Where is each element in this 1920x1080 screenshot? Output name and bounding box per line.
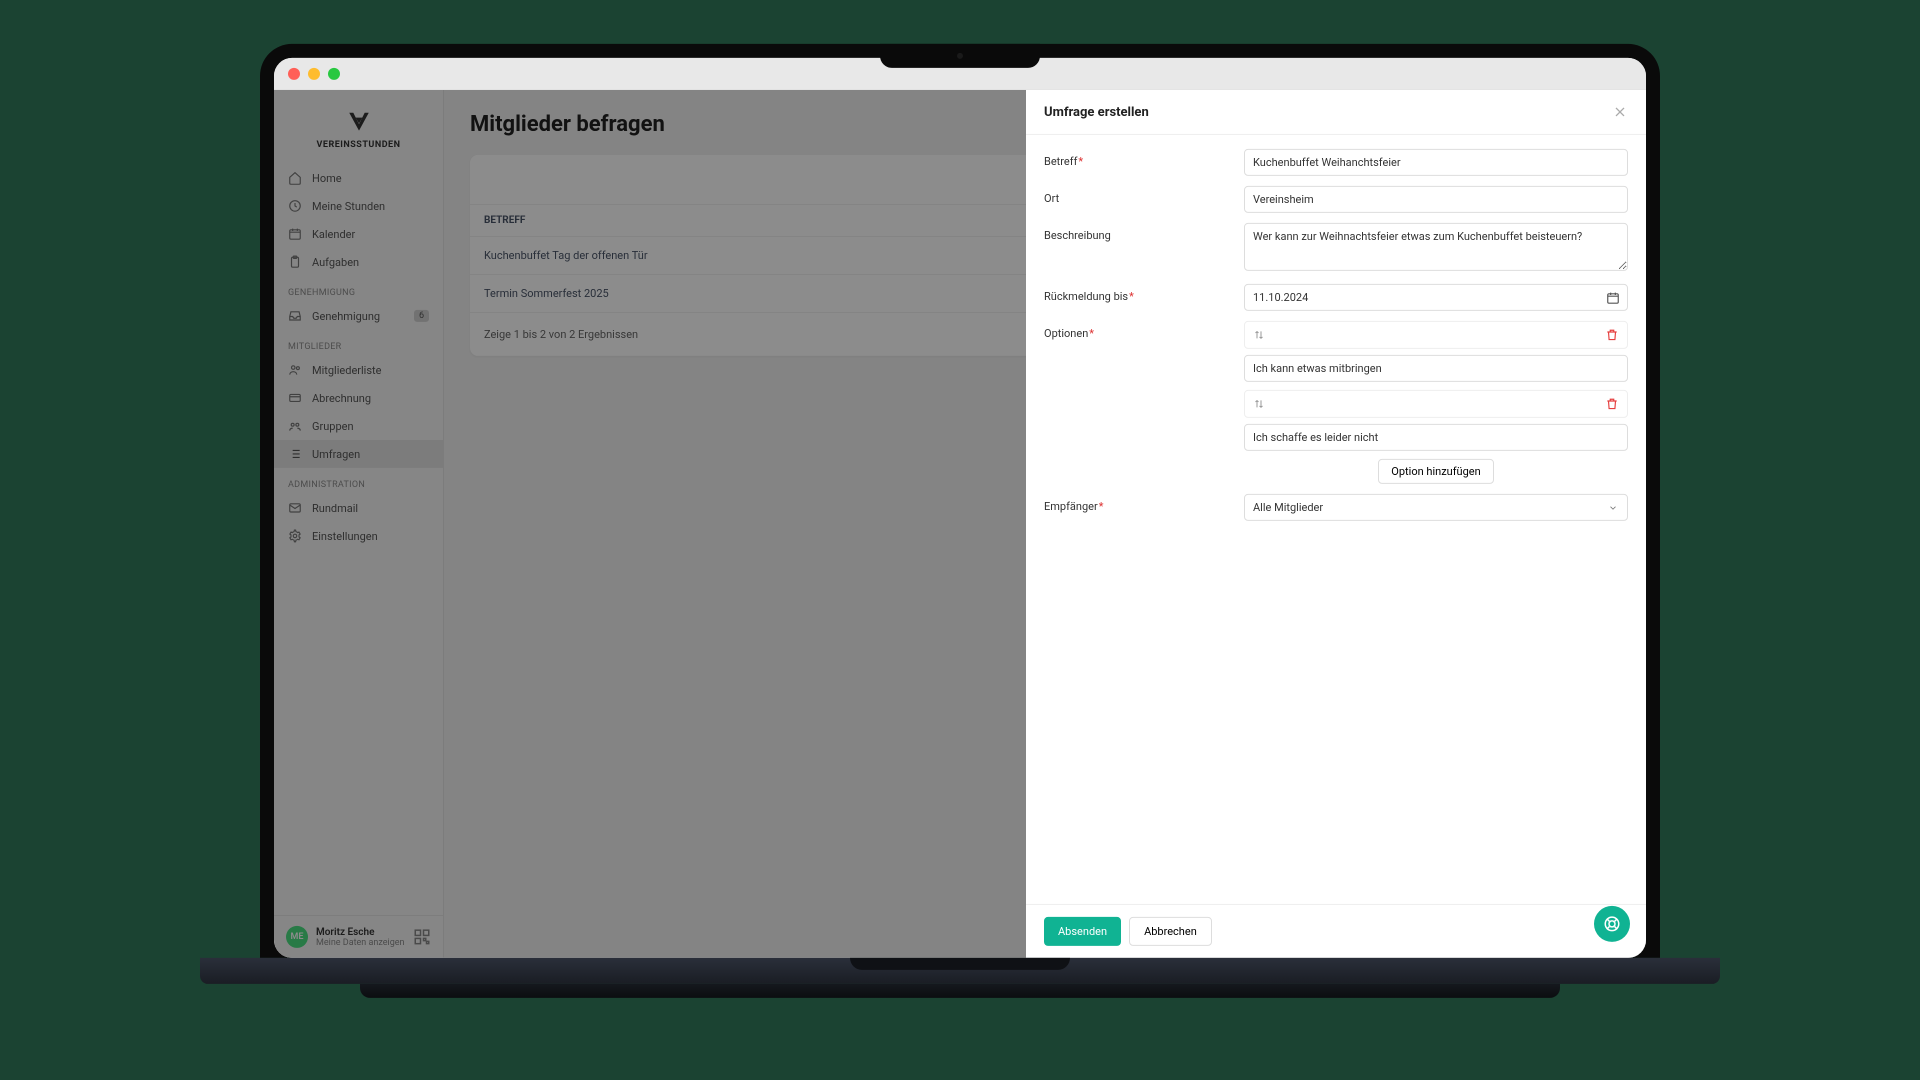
submit-button[interactable]: Absenden [1044, 917, 1121, 946]
cancel-button[interactable]: Abbrechen [1129, 917, 1212, 946]
lifebuoy-icon [1603, 915, 1621, 933]
beschreibung-textarea[interactable]: Wer kann zur Weihnachtsfeier etwas zum K… [1244, 223, 1628, 271]
option-row [1244, 390, 1628, 451]
label-ort: Ort [1044, 192, 1059, 205]
add-option-button[interactable]: Option hinzufügen [1378, 459, 1493, 484]
label-empfaenger: Empfänger [1044, 500, 1103, 513]
drag-handle-icon[interactable] [1253, 329, 1265, 341]
trash-icon[interactable] [1605, 328, 1619, 342]
label-betreff: Betreff [1044, 155, 1083, 168]
label-beschreibung: Beschreibung [1044, 229, 1111, 242]
laptop-frame: VEREINSSTUNDEN Home Meine Stunden [260, 44, 1660, 998]
drag-handle-icon[interactable] [1253, 398, 1265, 410]
help-fab[interactable] [1594, 906, 1630, 942]
option-input[interactable] [1244, 355, 1628, 382]
window-close-dot[interactable] [288, 68, 300, 80]
betreff-input[interactable] [1244, 149, 1628, 176]
trash-icon[interactable] [1605, 397, 1619, 411]
create-survey-panel: Umfrage erstellen Betreff Ort [1026, 90, 1646, 958]
panel-title: Umfrage erstellen [1044, 104, 1149, 119]
empfaenger-select[interactable]: Alle Mitglieder [1244, 494, 1628, 521]
label-rueckmeldung: Rückmeldung bis [1044, 290, 1134, 303]
ort-input[interactable] [1244, 186, 1628, 213]
option-row [1244, 321, 1628, 382]
window-minimize-dot[interactable] [308, 68, 320, 80]
close-icon[interactable] [1612, 104, 1628, 120]
label-optionen: Optionen [1044, 327, 1094, 340]
window-zoom-dot[interactable] [328, 68, 340, 80]
option-input[interactable] [1244, 424, 1628, 451]
rueckmeldung-input[interactable] [1244, 284, 1628, 311]
notch [880, 44, 1040, 68]
